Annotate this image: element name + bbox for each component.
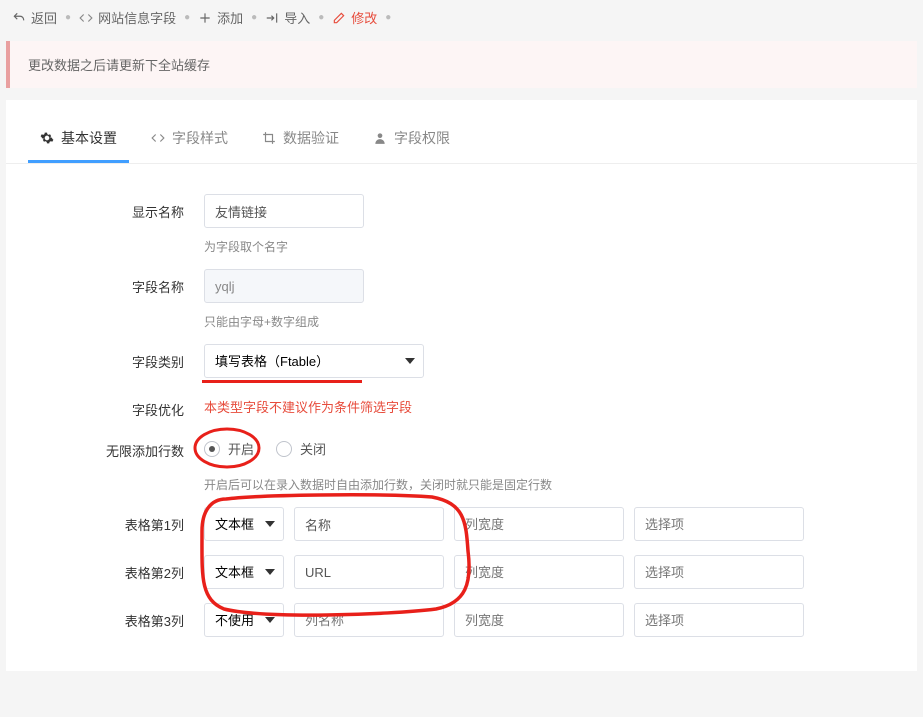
tabs: 基本设置 字段样式 数据验证 字段权限 [6, 110, 917, 164]
back-button[interactable]: 返回 [12, 8, 57, 27]
toolbar: 返回 ● 网站信息字段 ● 添加 ● 导入 ● 修改 ● [0, 0, 923, 35]
tab-label: 数据验证 [283, 128, 339, 148]
gear-icon [40, 131, 54, 145]
tab-basic[interactable]: 基本设置 [28, 118, 129, 163]
row-col2: 表格第2列 文本框 [46, 555, 877, 589]
input-col1-width[interactable] [454, 507, 624, 541]
input-display-name[interactable] [204, 194, 364, 228]
row-field-type: 字段类别 填写表格（Ftable） [46, 344, 877, 378]
select-field-type[interactable]: 填写表格（Ftable） [204, 344, 424, 378]
crop-icon [262, 131, 276, 145]
import-icon [265, 11, 279, 25]
select-col2-type[interactable]: 文本框 [204, 555, 284, 589]
separator-dot: ● [318, 12, 324, 23]
label-field-name: 字段名称 [46, 269, 204, 296]
edit-label: 修改 [351, 8, 377, 27]
input-col1-name[interactable] [294, 507, 444, 541]
input-col2-width[interactable] [454, 555, 624, 589]
edit-button[interactable]: 修改 [332, 8, 377, 27]
row-field-name: 字段名称 只能由字母+数字组成 [46, 269, 877, 330]
label-col3: 表格第3列 [46, 603, 204, 630]
site-fields-button[interactable]: 网站信息字段 [79, 8, 176, 27]
hint-unlimited-rows: 开启后可以在录入数据时自由添加行数，关闭时就只能是固定行数 [204, 476, 877, 493]
label-field-type: 字段类别 [46, 344, 204, 371]
panel: 基本设置 字段样式 数据验证 字段权限 显示名称 为字段取个名字 字段名称 [6, 100, 917, 671]
import-label: 导入 [284, 8, 310, 27]
radio-on[interactable]: 开启 [204, 439, 254, 458]
tab-label: 基本设置 [61, 128, 117, 148]
plus-icon [198, 11, 212, 25]
row-unlimited-rows: 无限添加行数 开启 关闭 开启后可以在录入数据时自由添加行数，关闭时就只能是固定… [46, 433, 877, 493]
row-col3: 表格第3列 不使用 [46, 603, 877, 637]
row-display-name: 显示名称 为字段取个名字 [46, 194, 877, 255]
code-icon [79, 11, 93, 25]
text-optimize: 本类型字段不建议作为条件筛选字段 [204, 392, 877, 416]
site-fields-label: 网站信息字段 [98, 8, 176, 27]
separator-dot: ● [251, 12, 257, 23]
radio-off[interactable]: 关闭 [276, 439, 326, 458]
row-col1: 表格第1列 文本框 [46, 507, 877, 541]
hint-display-name: 为字段取个名字 [204, 238, 877, 255]
hint-field-name: 只能由字母+数字组成 [204, 313, 877, 330]
edit-icon [332, 11, 346, 25]
form: 显示名称 为字段取个名字 字段名称 只能由字母+数字组成 字段类别 填写表格（F… [6, 164, 917, 637]
tab-permission[interactable]: 字段权限 [361, 118, 462, 163]
separator-dot: ● [65, 12, 71, 23]
tab-style[interactable]: 字段样式 [139, 118, 240, 163]
radio-on-label: 开启 [228, 439, 254, 458]
code-icon [151, 131, 165, 145]
import-button[interactable]: 导入 [265, 8, 310, 27]
annotation-underline [202, 380, 362, 383]
user-icon [373, 131, 387, 145]
label-unlimited-rows: 无限添加行数 [46, 433, 204, 460]
add-label: 添加 [217, 8, 243, 27]
input-col3-opt[interactable] [634, 603, 804, 637]
input-col3-name[interactable] [294, 603, 444, 637]
separator-dot: ● [385, 12, 391, 23]
label-col1: 表格第1列 [46, 507, 204, 534]
add-button[interactable]: 添加 [198, 8, 243, 27]
separator-dot: ● [184, 12, 190, 23]
alert-text: 更改数据之后请更新下全站缓存 [28, 58, 210, 73]
input-col2-opt[interactable] [634, 555, 804, 589]
input-col3-width[interactable] [454, 603, 624, 637]
label-optimize: 字段优化 [46, 392, 204, 419]
radio-circle-icon [204, 441, 220, 457]
radio-off-label: 关闭 [300, 439, 326, 458]
label-col2: 表格第2列 [46, 555, 204, 582]
radio-circle-icon [276, 441, 292, 457]
tab-validate[interactable]: 数据验证 [250, 118, 351, 163]
select-col1-type[interactable]: 文本框 [204, 507, 284, 541]
input-col1-opt[interactable] [634, 507, 804, 541]
alert-cache: 更改数据之后请更新下全站缓存 [6, 41, 917, 88]
input-col2-name[interactable] [294, 555, 444, 589]
back-label: 返回 [31, 8, 57, 27]
tab-label: 字段权限 [394, 128, 450, 148]
back-icon [12, 11, 26, 25]
select-col3-type[interactable]: 不使用 [204, 603, 284, 637]
tab-label: 字段样式 [172, 128, 228, 148]
input-field-name [204, 269, 364, 303]
row-optimize: 字段优化 本类型字段不建议作为条件筛选字段 [46, 392, 877, 419]
label-display-name: 显示名称 [46, 194, 204, 221]
